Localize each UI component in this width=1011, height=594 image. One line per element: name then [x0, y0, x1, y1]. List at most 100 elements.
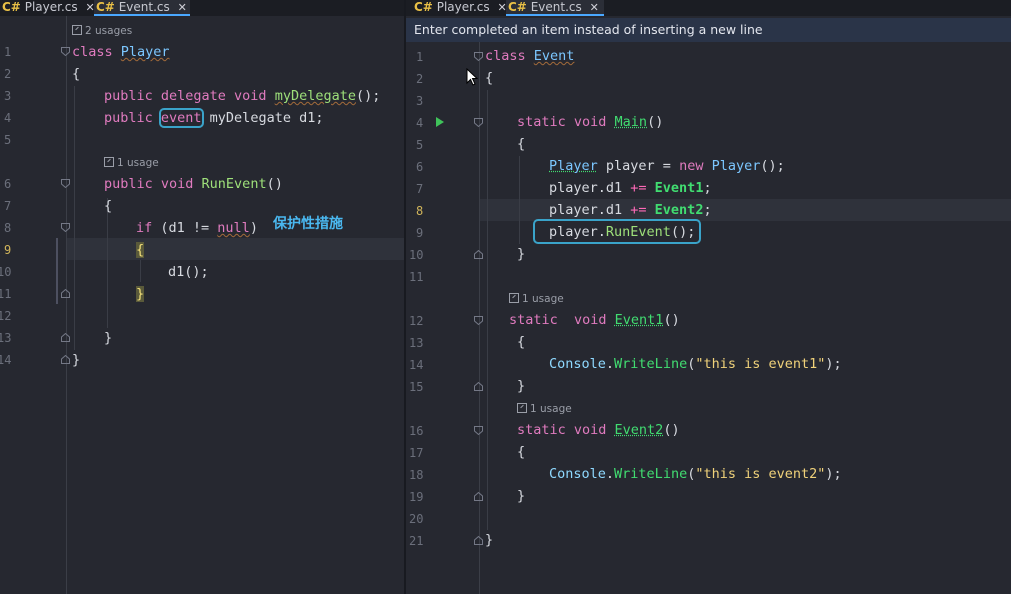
- fold-close-icon[interactable]: [61, 355, 70, 364]
- tab-label: Event.cs: [118, 0, 170, 14]
- line-number: 18: [409, 468, 424, 482]
- usages-hint[interactable]: 1 usage: [509, 293, 564, 305]
- event-keyword-highlight: event: [158, 108, 204, 128]
- code-line[interactable]: {: [517, 133, 525, 155]
- fold-close-icon[interactable]: [61, 333, 70, 342]
- gutter-divider: [66, 16, 67, 594]
- code-line[interactable]: static void Main(): [517, 111, 663, 133]
- line-number: 15: [409, 380, 424, 394]
- code-line[interactable]: Console.WriteLine("this is event1");: [549, 353, 842, 375]
- code-line[interactable]: public void RunEvent(): [104, 173, 283, 195]
- code-line[interactable]: if (d1 != null): [136, 217, 258, 239]
- close-icon[interactable]: ✕: [590, 1, 599, 14]
- code-line[interactable]: }: [136, 283, 145, 305]
- code-line[interactable]: {: [517, 441, 525, 463]
- line-number: 6: [4, 177, 12, 191]
- csharp-file-icon: C#: [2, 0, 21, 14]
- fold-open-icon[interactable]: [474, 426, 483, 435]
- code-line[interactable]: }: [517, 485, 525, 507]
- tab-event-cs[interactable]: C# Event.cs ✕: [94, 0, 190, 16]
- code-line[interactable]: {: [72, 63, 80, 85]
- line-number: 9: [4, 243, 12, 257]
- line-number: 10: [409, 248, 424, 262]
- fold-open-icon[interactable]: [474, 118, 483, 127]
- fold-open-icon[interactable]: [61, 47, 70, 56]
- line-number: 5: [416, 138, 424, 152]
- code-line[interactable]: }: [72, 349, 80, 371]
- usages-icon: [72, 25, 82, 35]
- tab-bar: C# Player.cs ✕ C# Event.cs ✕: [0, 0, 404, 16]
- fold-close-icon[interactable]: [474, 492, 483, 501]
- code-line[interactable]: d1();: [168, 261, 209, 283]
- line-number: 12: [0, 309, 12, 323]
- line-number: 6: [416, 160, 424, 174]
- code-line[interactable]: {: [136, 239, 145, 261]
- editor-pane-player[interactable]: C# Player.cs ✕ C# Event.cs ✕ 1 2 3 4 5 6…: [0, 0, 404, 594]
- usages-label: 1 usage: [522, 293, 564, 305]
- indent-guide: [107, 198, 108, 328]
- code-line[interactable]: {: [104, 195, 112, 217]
- code-line[interactable]: class Event: [485, 45, 574, 67]
- line-number: 14: [409, 358, 424, 372]
- fold-close-icon[interactable]: [474, 382, 483, 391]
- line-number: 16: [409, 424, 424, 438]
- line-number: 9: [416, 226, 424, 240]
- line-number: 12: [409, 314, 424, 328]
- matched-brace: {: [136, 242, 145, 258]
- fold-open-icon[interactable]: [474, 316, 483, 325]
- annotation-text: 保护性措施: [273, 216, 343, 232]
- code-line[interactable]: }: [104, 327, 112, 349]
- editor-pane-event[interactable]: C# Player.cs ✕ C# Event.cs ✕ Enter compl…: [406, 0, 1011, 594]
- usages-hint[interactable]: 1 usage: [104, 157, 159, 169]
- line-number: 21: [409, 534, 424, 548]
- code-line[interactable]: }: [517, 375, 525, 397]
- code-line[interactable]: static void Event2(): [517, 419, 680, 441]
- code-line[interactable]: Player player = new Player();: [549, 155, 785, 177]
- line-number: 1: [4, 45, 12, 59]
- fold-open-icon[interactable]: [61, 223, 70, 232]
- fold-close-icon[interactable]: [61, 289, 70, 298]
- code-line[interactable]: public delegate void myDelegate();: [104, 85, 380, 107]
- line-number: 13: [409, 336, 424, 350]
- line-number: 7: [416, 182, 424, 196]
- fold-open-icon[interactable]: [61, 179, 70, 188]
- code-line[interactable]: }: [485, 529, 493, 551]
- indent-guide: [487, 90, 488, 530]
- fold-close-icon[interactable]: [474, 536, 483, 545]
- usages-icon: [517, 403, 527, 413]
- tab-player-cs[interactable]: C# Player.cs ✕: [0, 0, 95, 16]
- code-line[interactable]: Console.WriteLine("this is event2");: [549, 463, 842, 485]
- tab-label: Player.cs: [24, 0, 78, 14]
- line-number: 4: [416, 116, 424, 130]
- code-line[interactable]: }: [517, 243, 525, 265]
- usages-hint[interactable]: 1 usage: [517, 403, 572, 415]
- tab-player-cs[interactable]: C# Player.cs ✕: [412, 0, 507, 16]
- completion-hint-bar: Enter completed an item instead of inser…: [406, 18, 1011, 42]
- indent-guide: [140, 260, 141, 282]
- line-number: 19: [409, 490, 424, 504]
- line-number: 11: [0, 287, 12, 301]
- csharp-file-icon: C#: [508, 0, 527, 14]
- code-line[interactable]: player.d1 += Event1;: [549, 177, 712, 199]
- code-line[interactable]: static void Event1(): [509, 309, 680, 331]
- code-line[interactable]: player.d1 += Event2;: [549, 199, 712, 221]
- fold-close-icon[interactable]: [474, 250, 483, 259]
- csharp-file-icon: C#: [96, 0, 115, 14]
- line-number: 2: [416, 72, 424, 86]
- code-line[interactable]: class Player: [72, 41, 170, 63]
- run-event-call-highlight[interactable]: player.RunEvent();: [532, 219, 702, 244]
- fold-open-icon[interactable]: [474, 52, 483, 61]
- usages-icon: [509, 293, 519, 303]
- code-line[interactable]: {: [485, 67, 493, 89]
- run-icon[interactable]: [435, 117, 445, 127]
- usages-label: 1 usage: [117, 157, 159, 169]
- indent-guide: [519, 156, 520, 244]
- tab-label: Event.cs: [530, 0, 582, 14]
- tab-event-cs[interactable]: C# Event.cs ✕: [506, 0, 604, 16]
- code-line[interactable]: {: [517, 331, 525, 353]
- usages-hint[interactable]: 2 usages: [72, 25, 132, 37]
- line-number: 3: [416, 94, 424, 108]
- close-icon[interactable]: ✕: [178, 1, 187, 14]
- matched-brace: }: [136, 286, 145, 302]
- code-line[interactable]: public event myDelegate d1;: [104, 107, 323, 129]
